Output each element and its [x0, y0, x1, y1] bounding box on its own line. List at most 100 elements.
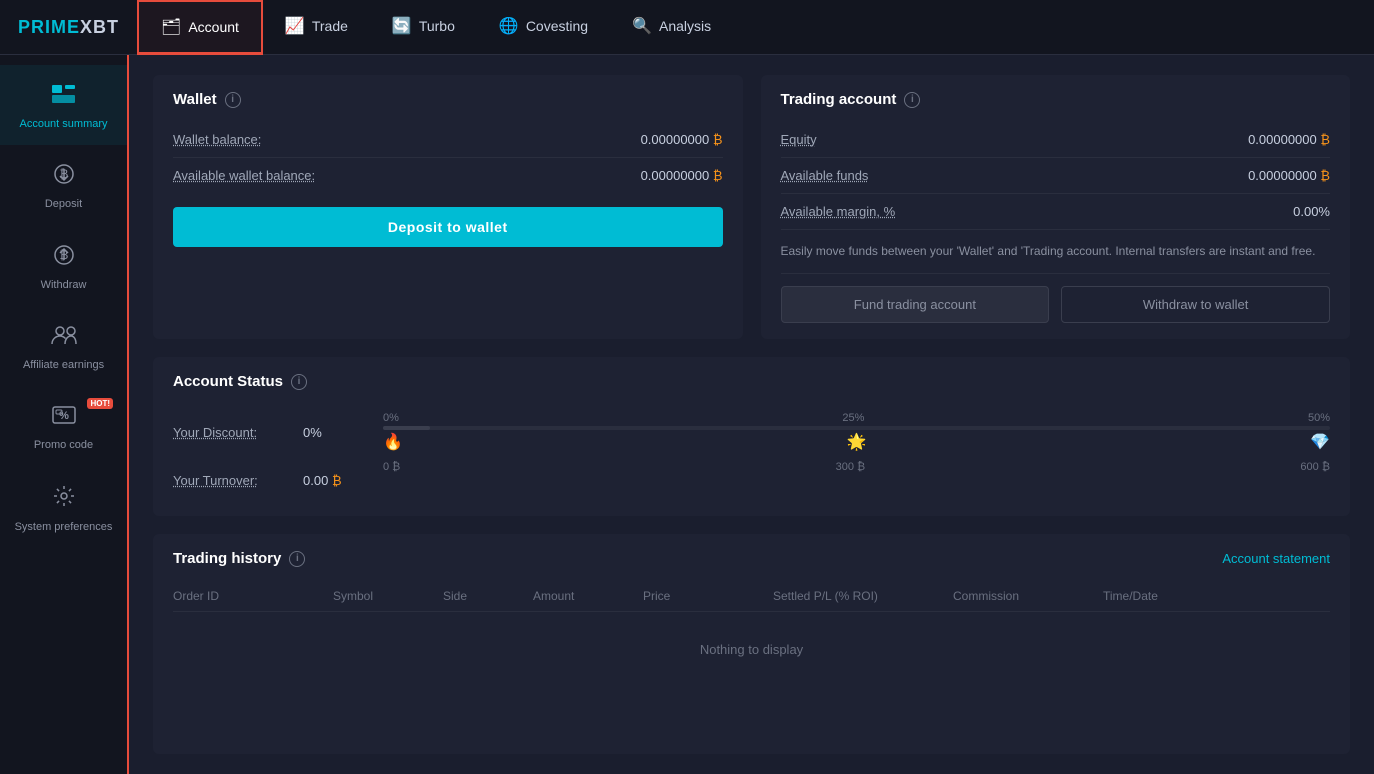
top-row: Wallet i Wallet balance: 0.00000000 ₿ Av…	[153, 75, 1350, 339]
wallet-balance-row: Wallet balance: 0.00000000 ₿	[173, 122, 723, 158]
logo-xbt: XBT	[80, 17, 119, 37]
sidebar-item-affiliate[interactable]: Affiliate earnings	[0, 306, 127, 386]
discount-value: 0%	[303, 425, 383, 440]
available-funds-amount: 0.00000000	[1248, 168, 1317, 183]
history-title-text: Trading history	[173, 550, 281, 567]
withdraw-label: Withdraw	[41, 278, 87, 292]
transfer-buttons: Fund trading account Withdraw to wallet	[781, 286, 1331, 323]
transfer-description: Easily move funds between your 'Wallet' …	[781, 230, 1331, 274]
nav-analysis-label: Analysis	[659, 18, 711, 34]
account-status-info-icon[interactable]: i	[291, 374, 307, 390]
account-nav-icon: 🗂	[161, 17, 181, 37]
discount-row: Your Discount: 0% 0% 25% 50% 🔥	[173, 412, 1330, 452]
status-content: Your Discount: 0% 0% 25% 50% 🔥	[173, 404, 1330, 500]
analysis-nav-icon: 🔍	[632, 16, 652, 36]
sidebar-item-account-summary[interactable]: Account summary	[0, 65, 127, 145]
turnover-progress: 0 ₿ 300 ₿ 600 ₿	[383, 460, 1330, 500]
hot-badge: HOT!	[87, 398, 113, 409]
account-status-title-text: Account Status	[173, 373, 283, 390]
account-statement-link[interactable]: Account statement	[1222, 551, 1330, 566]
equity-amount: 0.00000000	[1248, 132, 1317, 147]
wallet-balance-amount: 0.00000000	[641, 132, 710, 147]
wallet-title-text: Wallet	[173, 91, 217, 108]
available-margin-label[interactable]: Available margin, %	[781, 204, 896, 219]
col-order-id: Order ID	[173, 589, 333, 603]
wallet-balance-value: 0.00000000 ₿	[641, 132, 723, 147]
sidebar-item-promo[interactable]: HOT! % Promo code	[0, 386, 127, 466]
trading-info-icon[interactable]: i	[904, 92, 920, 108]
nav-analysis[interactable]: 🔍 Analysis	[610, 0, 733, 54]
available-funds-label[interactable]: Available funds	[781, 168, 869, 183]
sidebar: Account summary ₿ Deposit ₿ Withdraw	[0, 55, 129, 774]
nav-trade-label: Trade	[312, 18, 348, 34]
main-content: Wallet i Wallet balance: 0.00000000 ₿ Av…	[129, 55, 1374, 774]
withdraw-icon: ₿	[53, 244, 75, 272]
nav-trade[interactable]: 📈 Trade	[263, 0, 370, 54]
sidebar-item-deposit[interactable]: ₿ Deposit	[0, 145, 127, 225]
nav-items: 🗂 Account 📈 Trade 🔄 Turbo 🌐 Covesting 🔍 …	[137, 0, 733, 54]
discount-progress-fill	[383, 426, 430, 430]
wallet-balance-label[interactable]: Wallet balance:	[173, 132, 261, 147]
discount-label[interactable]: Your Discount:	[173, 425, 303, 440]
table-header: Order ID Symbol Side Amount Price Settle…	[173, 581, 1330, 612]
nav-turbo-label: Turbo	[419, 18, 455, 34]
sidebar-item-withdraw[interactable]: ₿ Withdraw	[0, 226, 127, 306]
available-funds-value: 0.00000000 ₿	[1248, 168, 1330, 183]
wallet-section: Wallet i Wallet balance: 0.00000000 ₿ Av…	[153, 75, 743, 339]
col-amount: Amount	[533, 589, 643, 603]
available-wallet-row: Available wallet balance: 0.00000000 ₿	[173, 158, 723, 193]
history-info-icon[interactable]: i	[289, 551, 305, 567]
system-label: System preferences	[15, 520, 113, 534]
wallet-info-icon[interactable]: i	[225, 92, 241, 108]
deposit-button[interactable]: Deposit to wallet	[173, 207, 723, 247]
available-margin-row: Available margin, % 0.00%	[781, 194, 1331, 230]
system-icon	[52, 484, 76, 514]
nav-covesting[interactable]: 🌐 Covesting	[477, 0, 610, 54]
account-summary-icon	[51, 83, 77, 111]
turnover-value: 0.00 ₿	[303, 473, 383, 488]
col-price: Price	[643, 589, 773, 603]
nav-account-label: Account	[188, 19, 239, 35]
wallet-btc-symbol: ₿	[713, 132, 723, 147]
available-wallet-value: 0.00000000 ₿	[641, 168, 723, 183]
turbo-nav-icon: 🔄	[392, 16, 412, 36]
top-nav: PRIMEXBT 🗂 Account 📈 Trade 🔄 Turbo 🌐 Cov…	[0, 0, 1374, 55]
available-margin-value: 0.00%	[1293, 204, 1330, 219]
history-header: Trading history i Account statement	[173, 550, 1330, 567]
affiliate-icon	[51, 324, 77, 352]
available-wallet-label[interactable]: Available wallet balance:	[173, 168, 315, 183]
tier-gold-icon: 💎	[1310, 432, 1330, 452]
withdraw-wallet-button[interactable]: Withdraw to wallet	[1061, 286, 1330, 323]
deposit-label: Deposit	[45, 197, 82, 211]
trade-nav-icon: 📈	[285, 16, 305, 36]
col-commission: Commission	[953, 589, 1103, 603]
tier-btc-labels: 0 ₿ 300 ₿ 600 ₿	[383, 461, 1330, 473]
col-side: Side	[443, 589, 533, 603]
promo-label: Promo code	[34, 438, 93, 452]
available-wallet-amount: 0.00000000	[641, 168, 710, 183]
turnover-label[interactable]: Your Turnover:	[173, 473, 303, 488]
turnover-row: Your Turnover: 0.00 ₿ 0 ₿ 300 ₿ 600 ₿	[173, 460, 1330, 500]
equity-btc-symbol: ₿	[1320, 132, 1330, 147]
sidebar-item-system[interactable]: System preferences	[0, 466, 127, 548]
equity-label[interactable]: Equity	[781, 132, 817, 147]
discount-progress: 0% 25% 50% 🔥 🌟 💎	[383, 412, 1330, 452]
col-date: Time/Date	[1103, 589, 1330, 603]
tier-silver-icon: 🌟	[847, 432, 867, 452]
logo-prime: PRIME	[18, 17, 80, 37]
svg-text:%: %	[59, 410, 69, 422]
trading-history-section: Trading history i Account statement Orde…	[153, 534, 1350, 754]
nav-account[interactable]: 🗂 Account	[137, 0, 263, 55]
account-summary-label: Account summary	[19, 117, 107, 131]
account-status-section: Account Status i Your Discount: 0% 0% 25…	[153, 357, 1350, 516]
equity-row: Equity 0.00000000 ₿	[781, 122, 1331, 158]
funds-btc-symbol: ₿	[1320, 168, 1330, 183]
main-layout: Account summary ₿ Deposit ₿ Withdraw	[0, 55, 1374, 774]
nav-turbo[interactable]: 🔄 Turbo	[370, 0, 477, 54]
fund-trading-button[interactable]: Fund trading account	[781, 286, 1050, 323]
affiliate-label: Affiliate earnings	[23, 358, 104, 372]
account-status-title: Account Status i	[173, 373, 1330, 390]
discount-progress-bar	[383, 426, 1330, 430]
covesting-nav-icon: 🌐	[499, 16, 519, 36]
turnover-btc: ₿	[332, 473, 342, 488]
